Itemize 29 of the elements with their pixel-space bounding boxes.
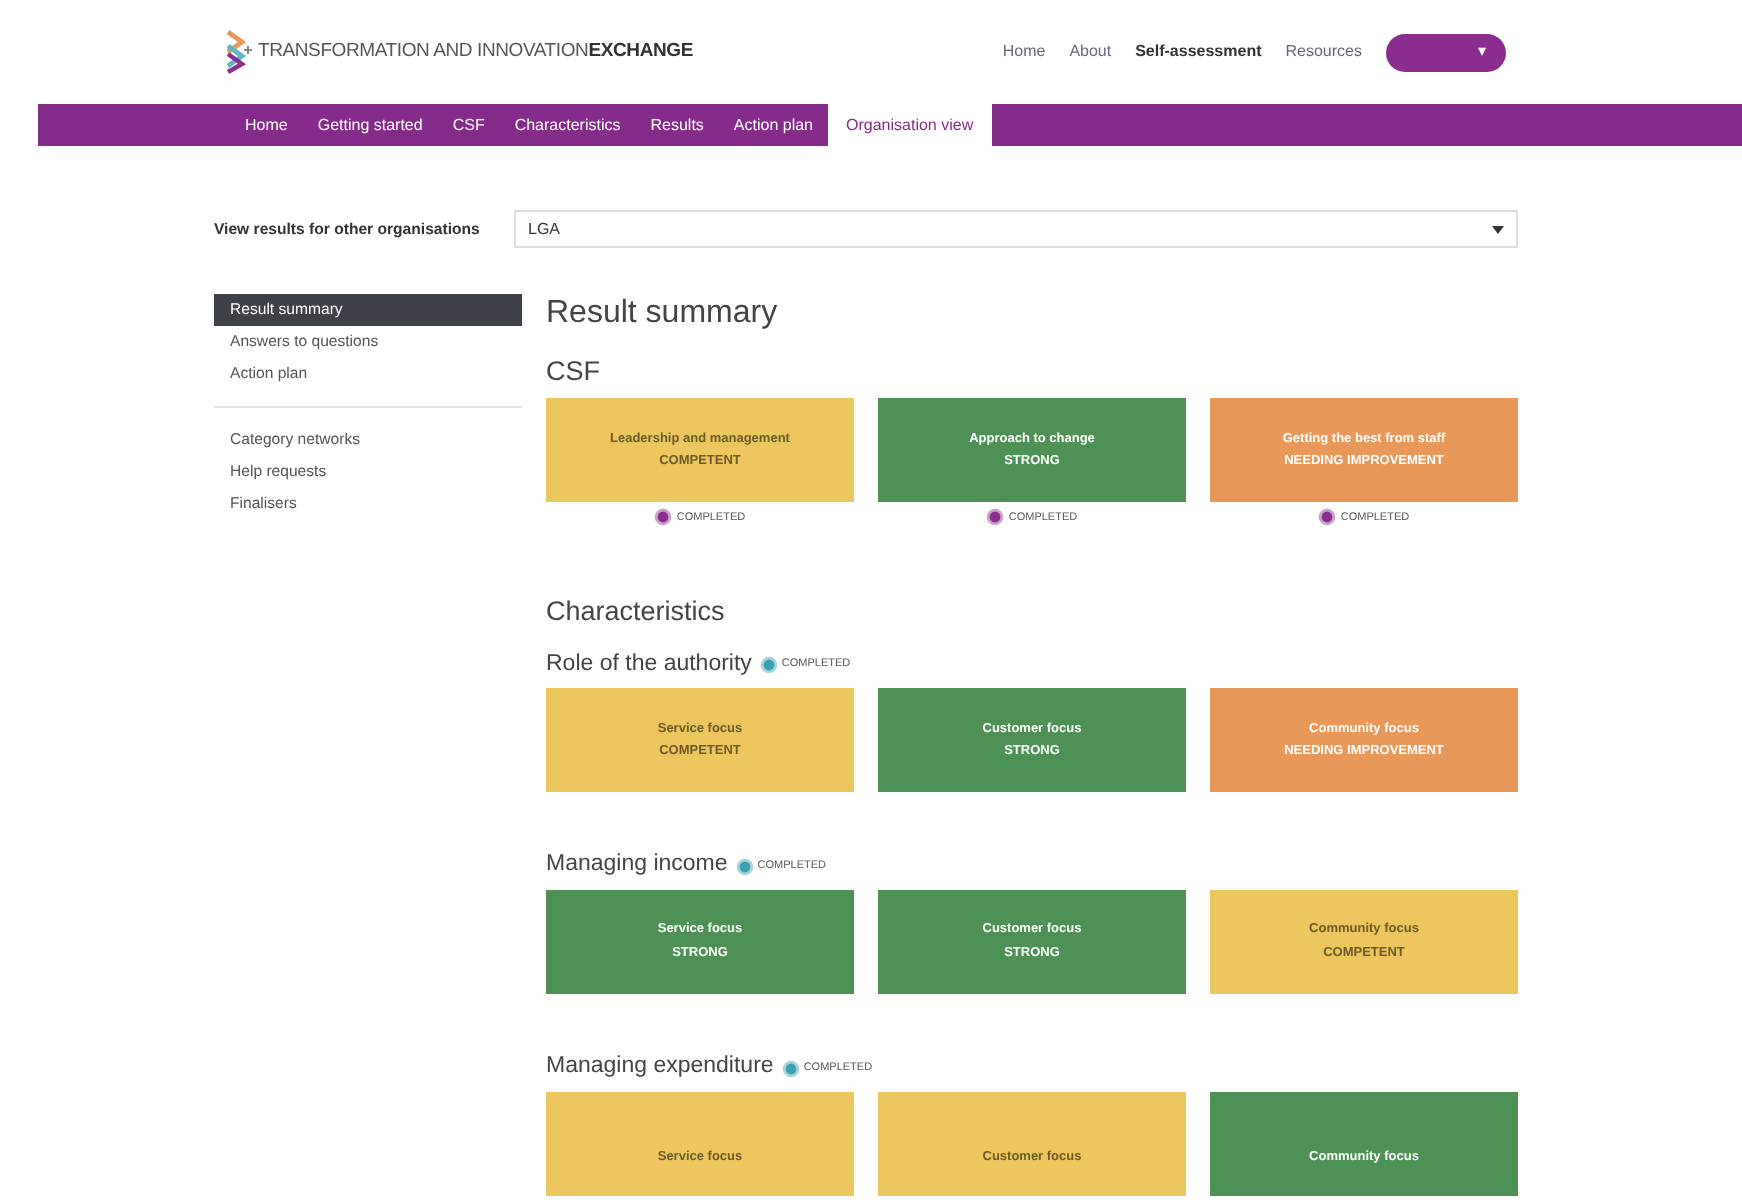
tab[interactable]: CSF <box>437 104 500 146</box>
nav-link[interactable]: Self-assessment <box>1135 40 1262 64</box>
status-dot-icon <box>735 857 754 876</box>
group-title: Role of the authority <box>546 651 752 679</box>
tab[interactable]: Getting started <box>302 104 438 146</box>
section-title: CSF <box>546 356 602 389</box>
section-title: Characteristics <box>546 596 727 630</box>
tab[interactable]: Organisation view <box>828 104 992 146</box>
nav-link[interactable]: About <box>1069 40 1112 64</box>
status-dot-icon <box>654 508 673 527</box>
account-button[interactable]: ▾ <box>1386 33 1506 71</box>
tab[interactable]: Action plan <box>718 104 829 146</box>
status-dot-icon <box>986 508 1005 527</box>
logo-icon <box>226 30 254 74</box>
tab[interactable]: Characteristics <box>499 104 636 146</box>
logo-text: TRANSFORMATION AND INNOVATIONEXCHANGE <box>258 37 693 66</box>
dropdown-value: LGA <box>528 217 561 241</box>
caret-icon <box>1492 225 1504 233</box>
status-dot-icon <box>1318 508 1337 527</box>
group-title: Managing expenditure <box>546 1054 774 1082</box>
tab[interactable]: Home <box>230 104 303 146</box>
status-dot-icon <box>759 655 778 674</box>
nav-link[interactable]: Home <box>1002 40 1046 64</box>
page-title: Result summary <box>546 294 780 333</box>
group-title: Managing income <box>546 852 728 881</box>
tab[interactable]: Results <box>635 104 719 146</box>
nav-link[interactable]: Resources <box>1285 40 1362 64</box>
organisation-dropdown[interactable]: LGA <box>514 210 1518 248</box>
status-dot-icon <box>781 1059 800 1078</box>
